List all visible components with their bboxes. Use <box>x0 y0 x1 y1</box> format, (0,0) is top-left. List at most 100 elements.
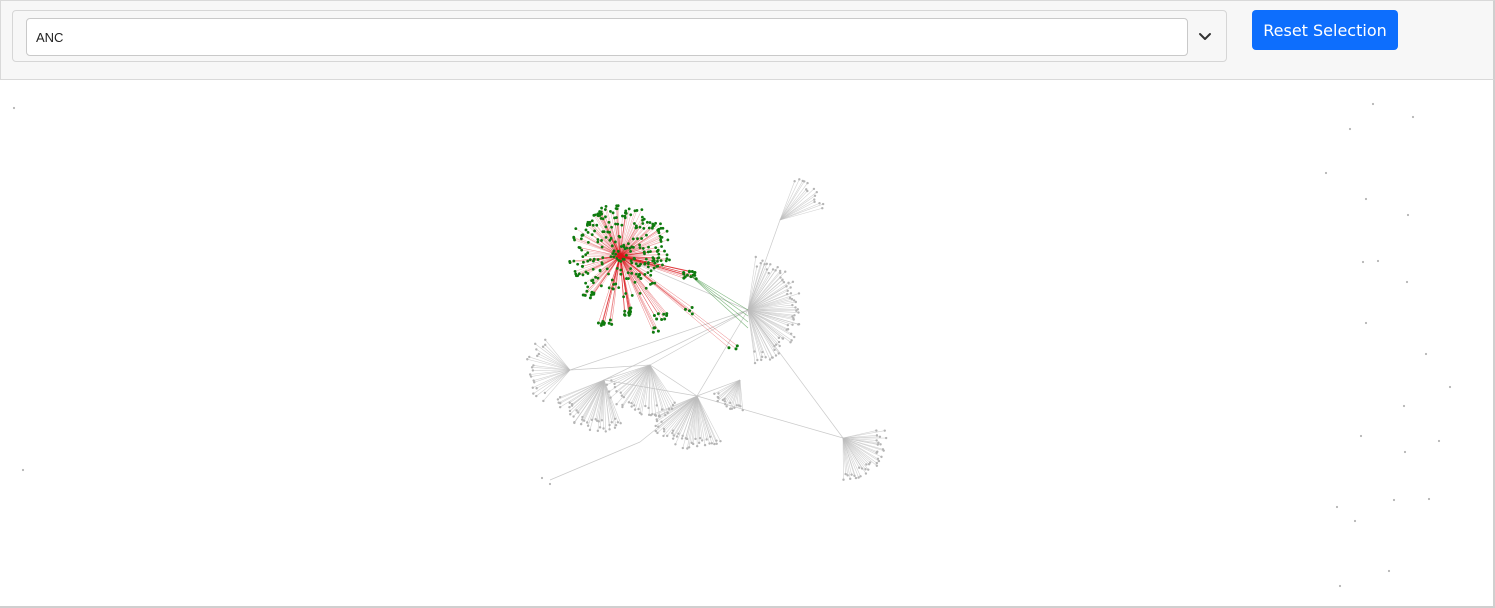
graph-node[interactable] <box>673 401 676 404</box>
graph-node[interactable] <box>535 387 538 390</box>
graph-node[interactable] <box>778 344 781 348</box>
graph-node[interactable] <box>875 451 878 455</box>
graph-node[interactable] <box>771 268 775 271</box>
graph-node[interactable] <box>733 406 736 409</box>
graph-node[interactable] <box>638 246 642 250</box>
graph-node[interactable] <box>713 392 716 395</box>
graph-node[interactable] <box>645 220 649 224</box>
graph-node[interactable] <box>601 230 605 234</box>
graph-node[interactable] <box>786 323 790 327</box>
graph-node[interactable] <box>581 415 584 419</box>
graph-node[interactable] <box>542 399 545 403</box>
graph-node[interactable] <box>645 233 648 237</box>
graph-node[interactable] <box>724 402 727 406</box>
graph-node[interactable] <box>756 358 759 362</box>
graph-node[interactable] <box>1437 439 1441 443</box>
graph-node[interactable] <box>617 286 621 290</box>
graph-node[interactable] <box>646 261 650 264</box>
graph-node[interactable] <box>1392 498 1396 502</box>
graph-node[interactable] <box>619 422 622 425</box>
graph-node[interactable] <box>654 246 658 249</box>
graph-node[interactable] <box>581 264 585 268</box>
graph-node[interactable] <box>615 204 619 208</box>
graph-node[interactable] <box>876 457 880 461</box>
graph-node[interactable] <box>644 257 648 261</box>
graph-node[interactable] <box>617 234 621 238</box>
graph-node[interactable] <box>615 207 619 211</box>
graph-node[interactable] <box>764 356 767 359</box>
graph-node[interactable] <box>599 210 603 214</box>
graph-node[interactable] <box>734 347 738 351</box>
graph-node[interactable] <box>858 466 861 469</box>
graph-node[interactable] <box>614 423 618 427</box>
graph-node[interactable] <box>628 246 632 250</box>
graph-node[interactable] <box>797 292 801 295</box>
graph-node[interactable] <box>651 256 655 260</box>
graph-node[interactable] <box>649 250 652 253</box>
graph-node[interactable] <box>781 279 784 282</box>
graph-node[interactable] <box>638 225 642 229</box>
graph-node[interactable] <box>652 224 656 227</box>
graph-node[interactable] <box>1338 584 1342 588</box>
graph-node[interactable] <box>623 216 627 220</box>
graph-node[interactable] <box>588 258 592 262</box>
graph-node[interactable] <box>568 261 572 265</box>
graph-node[interactable] <box>619 245 623 248</box>
graph-node[interactable] <box>612 255 616 259</box>
graph-node[interactable] <box>537 352 541 356</box>
graph-node[interactable] <box>627 207 631 211</box>
graph-node[interactable] <box>737 404 741 407</box>
graph-node[interactable] <box>865 463 868 466</box>
graph-node[interactable] <box>1387 569 1391 573</box>
graph-node[interactable] <box>621 403 624 407</box>
graph-node[interactable] <box>663 249 666 253</box>
graph-node[interactable] <box>656 249 659 253</box>
graph-node[interactable] <box>607 286 611 290</box>
graph-node[interactable] <box>663 317 667 321</box>
network-graph-canvas[interactable] <box>0 80 1495 608</box>
graph-node[interactable] <box>878 435 882 439</box>
graph-node[interactable] <box>876 443 879 446</box>
graph-node[interactable] <box>1353 519 1357 523</box>
graph-node[interactable] <box>596 321 600 325</box>
graph-node[interactable] <box>867 463 871 466</box>
graph-node[interactable] <box>662 434 665 438</box>
graph-node[interactable] <box>573 421 576 424</box>
graph-node[interactable] <box>632 404 636 407</box>
graph-node[interactable] <box>797 323 800 326</box>
graph-node[interactable] <box>875 439 878 442</box>
graph-node[interactable] <box>625 246 629 250</box>
graph-node[interactable] <box>789 332 793 335</box>
graph-node[interactable] <box>846 474 849 477</box>
graph-node[interactable] <box>767 271 770 275</box>
graph-node[interactable] <box>793 335 796 339</box>
graph-node[interactable] <box>671 429 675 432</box>
graph-node[interactable] <box>781 337 784 340</box>
graph-node[interactable] <box>659 240 663 243</box>
graph-node[interactable] <box>640 208 644 212</box>
graph-node[interactable] <box>576 274 580 278</box>
graph-node[interactable] <box>713 442 716 446</box>
graph-node[interactable] <box>883 429 886 432</box>
graph-node[interactable] <box>728 407 732 411</box>
graph-node[interactable] <box>649 269 653 273</box>
graph-node[interactable] <box>604 215 607 219</box>
graph-node[interactable] <box>652 313 656 317</box>
graph-node[interactable] <box>607 390 611 393</box>
graph-node[interactable] <box>682 276 686 280</box>
graph-node[interactable] <box>653 326 657 330</box>
graph-node[interactable] <box>598 269 602 273</box>
graph-node[interactable] <box>725 405 728 408</box>
graph-node[interactable] <box>615 403 618 406</box>
graph-node[interactable] <box>1448 385 1452 389</box>
graph-node[interactable] <box>693 271 697 275</box>
graph-node[interactable] <box>613 382 616 386</box>
graph-node[interactable] <box>657 425 660 428</box>
graph-node[interactable] <box>639 262 642 266</box>
graph-node[interactable] <box>641 247 645 250</box>
graph-node[interactable] <box>1427 497 1431 501</box>
graph-node[interactable] <box>596 429 600 433</box>
graph-node[interactable] <box>660 408 664 411</box>
graph-node[interactable] <box>632 256 636 260</box>
graph-node[interactable] <box>1324 171 1328 175</box>
